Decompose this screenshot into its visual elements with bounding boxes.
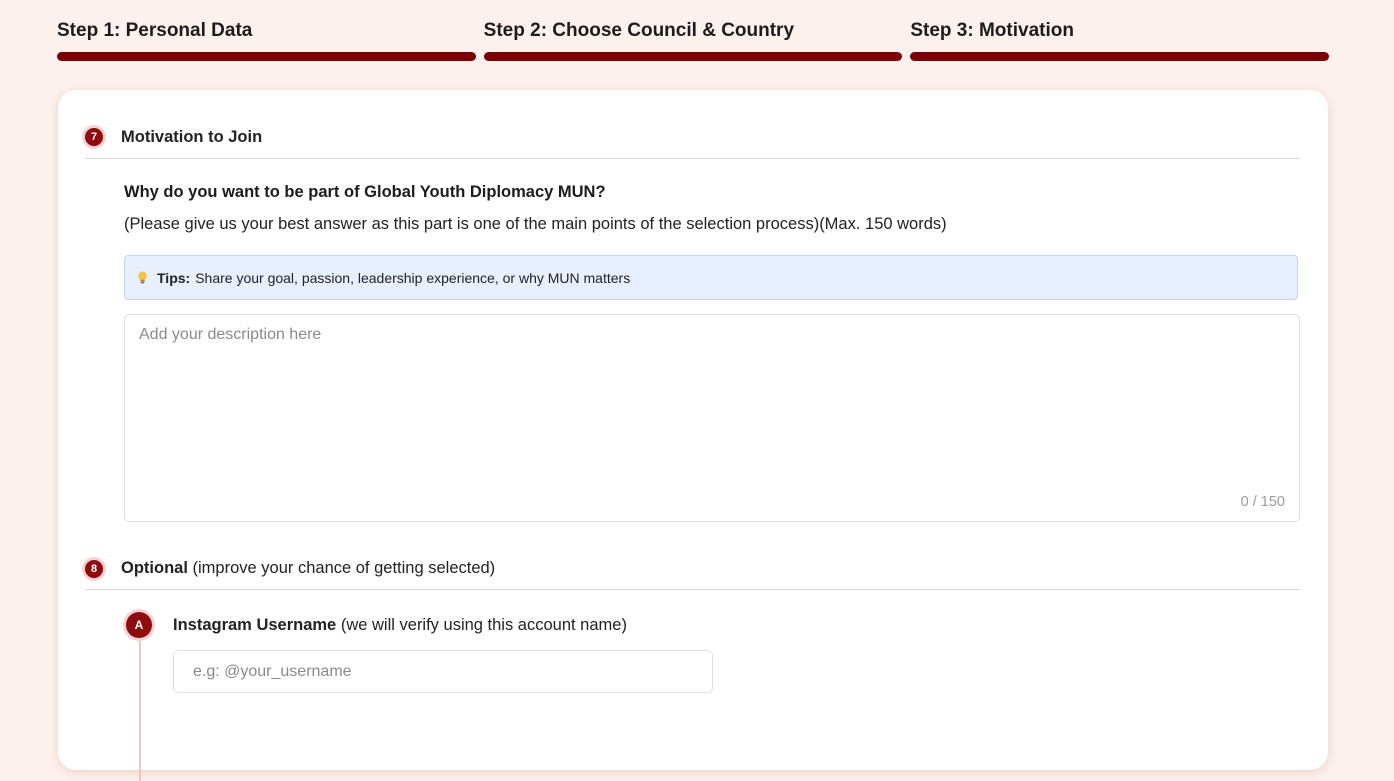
step-motivation[interactable]: Step 3: Motivation bbox=[910, 18, 1330, 61]
progress-steps: Step 1: Personal Data Step 2: Choose Cou… bbox=[57, 18, 1330, 61]
form-card: 7 Motivation to Join Why do you want to … bbox=[58, 90, 1328, 781]
step-progress-bar bbox=[910, 52, 1330, 61]
lightbulb-icon bbox=[137, 271, 148, 284]
section-number-badge: 8 bbox=[85, 559, 103, 578]
sub-item-connector bbox=[139, 641, 141, 781]
motivation-question-instructions: (Please give us your best answer as this… bbox=[124, 215, 947, 233]
motivation-question: Why do you want to be part of Global You… bbox=[124, 183, 606, 201]
section-number-badge: 7 bbox=[85, 128, 103, 146]
step-label: Step 1: Personal Data bbox=[57, 20, 253, 41]
word-counter: 0 / 150 bbox=[1240, 494, 1285, 510]
section-motivation-header: 7 Motivation to Join bbox=[85, 116, 1300, 159]
instagram-username-input[interactable] bbox=[173, 650, 713, 693]
sub-item-badge: A bbox=[126, 612, 152, 638]
motivation-textarea[interactable] bbox=[125, 315, 1299, 521]
instagram-label: Instagram Username (we will verify using… bbox=[173, 616, 627, 635]
motivation-textarea-wrapper: 0 / 150 bbox=[124, 314, 1300, 522]
step-progress-bar bbox=[57, 52, 476, 61]
step-progress-bar bbox=[483, 52, 903, 61]
section-title-text: Optional bbox=[121, 559, 188, 577]
step-personal-data[interactable]: Step 1: Personal Data bbox=[57, 18, 476, 61]
tips-label: Tips: bbox=[157, 269, 191, 286]
tips-box: Tips: Share your goal, passion, leadersh… bbox=[124, 255, 1298, 300]
section-title: Optional (improve your chance of getting… bbox=[121, 559, 495, 578]
step-choose-council[interactable]: Step 2: Choose Council & Country bbox=[483, 18, 903, 61]
tips-text: Share your goal, passion, leadership exp… bbox=[195, 269, 631, 286]
section-title: Motivation to Join bbox=[121, 127, 263, 146]
section-note: (improve your chance of getting selected… bbox=[192, 559, 496, 577]
instagram-label-note: (we will verify using this account name) bbox=[340, 616, 627, 634]
section-optional-header: 8 Optional (improve your chance of getti… bbox=[85, 548, 1300, 590]
step-label: Step 3: Motivation bbox=[910, 20, 1074, 41]
step-label: Step 2: Choose Council & Country bbox=[483, 20, 795, 41]
instagram-label-title: Instagram Username bbox=[173, 616, 337, 634]
